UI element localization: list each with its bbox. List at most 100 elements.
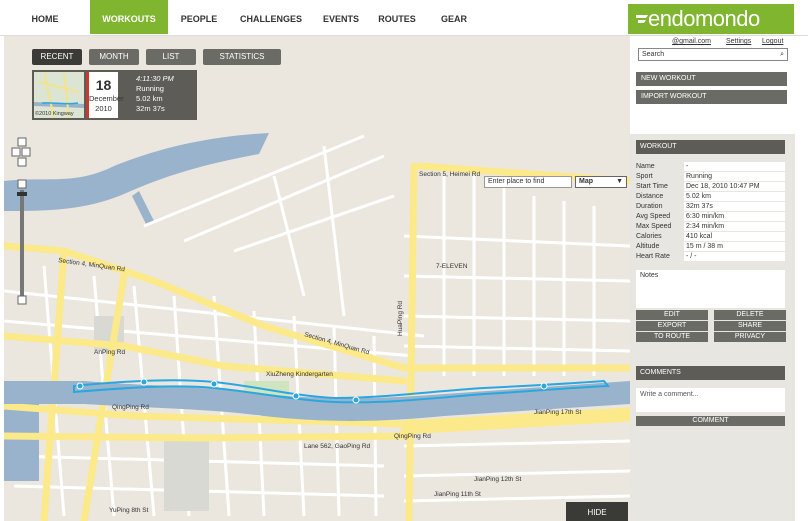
pan-down-icon[interactable] [17,157,27,167]
logo-wing-icon [636,15,648,23]
zoom-out-icon[interactable] [17,295,27,305]
zoom-in-icon[interactable] [17,179,27,189]
workout-date: 18 December 2010 [86,72,124,118]
zoom-slider-handle[interactable] [17,192,27,196]
stat-value: Dec 18, 2010 10:47 PM [684,182,785,191]
stat-key: Calories [636,233,662,240]
stat-value: 15 m / 38 m [684,242,785,251]
nav-challenges[interactable]: CHALLENGES [236,0,306,34]
workout-panel-header: WORKOUT [636,140,785,154]
map-type-value: Map [579,178,593,185]
workout-details-panel: WORKOUT Name - Sport Running Start Time Dec… [630,134,795,521]
pan-left-icon[interactable] [11,147,21,157]
stat-value: 6:30 min/km [684,212,785,221]
stat-value: 5.02 km [684,192,785,201]
chevron-down-icon: ▼ [616,178,623,185]
map-place-search[interactable]: Enter place to find [484,176,572,188]
label-lane562: Lane 562, GaoPing Rd [304,443,371,450]
site-search-input[interactable]: Search ⌕ [638,48,788,61]
recent-workout-card[interactable]: ©2010 Kingway 18 December 2010 4:11:30 P… [32,70,197,120]
label-huaping: HuaPing Rd [397,301,404,336]
workout-day: 18 [95,77,112,93]
pan-up-icon[interactable] [17,137,27,147]
pan-right-icon[interactable] [21,147,31,157]
to-route-button[interactable]: TO ROUTE [636,332,708,342]
workout-notes[interactable]: Notes [636,270,785,308]
stat-calories: Calories 410 kcal [636,232,785,242]
export-button[interactable]: EXPORT [636,321,708,331]
endomondo-logo[interactable]: endomondo [628,4,794,34]
hide-button[interactable]: HIDE [566,502,628,521]
label-jianping12: JianPing 12th St [474,476,522,483]
stat-key: Max Speed [636,223,672,230]
search-icon[interactable]: ⌕ [780,49,784,60]
major-roads [4,162,630,521]
stat-key: Duration [636,203,663,210]
map-type-select[interactable]: Map ▼ [575,176,627,188]
workout-thumbnail: ©2010 Kingway [34,72,84,118]
delete-button[interactable]: DELETE [714,310,786,320]
river-branch [132,191,154,224]
stat-key: Avg Speed [636,213,671,220]
thumb-caption: ©2010 Kingway [35,111,74,117]
stat-key: Distance [636,193,664,200]
label-yuping: YuPing 8th St [109,507,149,514]
stat-avg-speed: Avg Speed 6:30 min/km [636,212,785,222]
workout-summary: 4:11:30 PM Running 5.02 km 32m 37s [136,74,174,114]
nav-routes[interactable]: ROUTES [370,0,424,34]
stat-duration: Duration 32m 37s [636,202,785,212]
label-qingping: QingPing Rd [112,404,149,411]
map-zoom-control[interactable] [10,136,34,306]
stat-key: Heart Rate [636,253,670,260]
filter-list[interactable]: LIST [146,49,196,65]
account-links: @gmail.com Settings Logout [630,36,795,48]
stat-value: 32m 37s [684,202,785,211]
label-anping: AnPing Rd [94,349,125,356]
comments-panel-header: COMMENTS [636,366,785,380]
comment-submit-button[interactable]: COMMENT [636,416,785,426]
privacy-button[interactable]: PRIVACY [714,332,786,342]
label-7eleven: 7-ELEVEN [436,263,468,270]
label-qingping2: QingPing Rd [394,433,431,440]
stat-key: Name [636,163,655,170]
stat-key: Sport [636,173,653,180]
nav-events[interactable]: EVENTS [314,0,368,34]
stat-value: Running [684,172,785,181]
stat-altitude: Altitude 15 m / 38 m [636,242,785,252]
workout-time: 4:11:30 PM [136,74,174,83]
workout-month: December [89,94,124,103]
stat-value: - [684,162,785,171]
new-workout-button[interactable]: NEW WORKOUT [636,72,787,86]
stat-value: 410 kcal [684,232,785,241]
label-jianping17: JianPing 17th St [534,409,582,416]
stat-value: - / - [684,252,785,261]
site-search-placeholder: Search [642,51,665,58]
stat-max-speed: Max Speed 2:34 min/km [636,222,785,232]
stat-value: 2:34 min/km [684,222,785,231]
comment-input[interactable]: Write a comment... [636,388,785,412]
stat-name: Name - [636,162,785,172]
account-email-link[interactable]: @gmail.com [672,38,711,45]
settings-link[interactable]: Settings [726,38,751,45]
filter-recent[interactable]: RECENT [32,49,82,65]
logout-link[interactable]: Logout [762,38,783,45]
import-workout-button[interactable]: IMPORT WORKOUT [636,90,787,104]
filter-month[interactable]: MONTH [89,49,139,65]
top-nav: HOME WORKOUTS PEOPLE CHALLENGES EVENTS R… [0,0,808,36]
nav-gear[interactable]: GEAR [428,0,480,34]
logo-text: endomondo [648,6,760,31]
nav-workouts[interactable]: WORKOUTS [90,0,168,34]
nav-home[interactable]: HOME [18,0,72,34]
filter-statistics[interactable]: STATISTICS [203,49,281,65]
zoom-slider-track[interactable] [20,190,24,296]
share-button[interactable]: SHARE [714,321,786,331]
stat-heart-rate: Heart Rate - / - [636,252,785,262]
stat-key: Start Time [636,183,668,190]
edit-button[interactable]: EDIT [636,310,708,320]
workout-year: 2010 [95,104,112,113]
stat-start-time: Start Time Dec 18, 2010 10:47 PM [636,182,785,192]
stat-sport: Sport Running [636,172,785,182]
nav-people[interactable]: PEOPLE [172,0,226,34]
stat-key: Altitude [636,243,660,250]
workout-distance: 5.02 km [136,94,163,103]
